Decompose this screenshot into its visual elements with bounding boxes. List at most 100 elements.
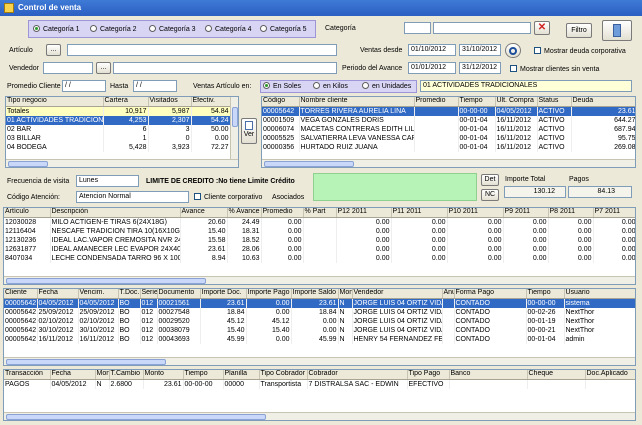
table-row[interactable]: 00005642 04/05/2012 04/05/2012 BO 012 0002156… — [4, 298, 635, 308]
column-header[interactable]: Transacción — [4, 370, 51, 380]
radio-categoria-5[interactable]: Categoría 5 — [260, 25, 307, 34]
scroll-thumb[interactable] — [6, 359, 166, 365]
column-header[interactable]: P9 2011 — [503, 208, 549, 218]
column-header[interactable]: Ult. Compra — [495, 97, 538, 107]
column-header[interactable]: Importe Saldo — [291, 289, 339, 299]
column-header[interactable]: P11 2011 — [391, 208, 448, 218]
column-header[interactable]: Importe Pago — [246, 289, 292, 299]
articulos-hscroll[interactable] — [4, 276, 635, 284]
nc-button[interactable]: NC — [481, 189, 499, 201]
periodo-desde-input[interactable]: 01/01/2012 — [408, 62, 456, 74]
column-header[interactable]: Tipo Pago — [407, 370, 450, 380]
radio-en-unidades[interactable]: en Unidades — [362, 82, 411, 91]
column-header[interactable]: Vencim. — [78, 289, 119, 299]
column-header[interactable]: Promedio — [414, 97, 459, 107]
column-header[interactable]: Tiempo — [526, 289, 565, 299]
table-row[interactable]: 00005642 25/09/2012 25/09/2012 BO 012 0002754… — [4, 307, 635, 317]
column-header[interactable]: Fecha — [50, 370, 96, 380]
radio-categoria-4[interactable]: Categoría 4 — [205, 25, 252, 34]
ventas-desde-input[interactable]: 01/10/2012 — [408, 44, 456, 56]
column-header[interactable]: Status — [537, 97, 572, 107]
categoria-name-input[interactable] — [433, 22, 531, 34]
pagos-hscroll[interactable] — [4, 412, 635, 420]
column-header[interactable]: P8 2011 — [548, 208, 594, 218]
mostrar-deuda-checkbox[interactable]: Mostrar deuda corporativa — [534, 47, 626, 56]
table-row[interactable]: 8407034 LECHE CONDENSADA TARRO 96 X 100G 8… — [4, 253, 635, 263]
table-row[interactable]: 12030028 MILO ACTIGEN-E TIRAS 6(24X18G) 20… — [4, 217, 635, 227]
cliente-corporativo-checkbox[interactable]: Cliente corporativo — [194, 193, 262, 202]
column-header[interactable]: Usuario — [564, 289, 635, 299]
column-header[interactable]: Mon — [338, 289, 353, 299]
table-row[interactable]: 00006074MACETAS CONTRERAS EDITH LILIANA 0… — [262, 124, 635, 134]
tipo-negocio-vscroll[interactable] — [230, 97, 238, 159]
column-header[interactable]: Importe Doc. — [200, 289, 247, 299]
column-header[interactable]: Fecha — [37, 289, 79, 299]
scroll-thumb[interactable] — [6, 278, 206, 284]
column-header[interactable]: Artículo — [4, 208, 51, 218]
vendedor-code-input[interactable] — [43, 62, 93, 74]
column-header[interactable]: T.Cambio — [109, 370, 144, 380]
column-header[interactable]: Visitados — [148, 97, 192, 107]
column-header[interactable]: P10 2011 — [447, 208, 504, 218]
column-header[interactable]: Serie — [140, 289, 158, 299]
clientes-hscroll[interactable] — [262, 159, 635, 167]
table-row[interactable]: 01 ACTIVIDADES TRADICIONAL 4,253 2,307 54.2… — [6, 115, 231, 125]
promedio-desde-input[interactable]: / / — [62, 80, 106, 92]
promedio-hasta-input[interactable]: / / — [133, 80, 177, 92]
tipo-negocio-hscroll[interactable] — [6, 159, 238, 167]
vendedor-name-input[interactable] — [113, 62, 337, 74]
column-header[interactable]: Código — [262, 97, 300, 107]
column-header[interactable]: Tiempo — [458, 97, 496, 107]
table-row[interactable]: 00005642 30/10/2012 30/10/2012 BO 012 0003807… — [4, 325, 635, 335]
column-header[interactable]: Efectiv. — [191, 97, 231, 107]
column-header[interactable]: Mon — [95, 370, 110, 380]
column-header[interactable]: Tiempo — [183, 370, 224, 380]
column-header[interactable]: Promedio — [261, 208, 304, 218]
column-header[interactable]: Vendedor — [352, 289, 443, 299]
column-header[interactable]: Cartera — [103, 97, 149, 107]
table-row[interactable]: PAGOS 04/05/2012 N 2.6800 23.61 00-00-00 00000… — [4, 379, 635, 389]
periodo-hasta-input[interactable]: 31/12/2012 — [459, 62, 501, 74]
det-button[interactable]: Det — [481, 174, 499, 186]
scroll-thumb[interactable] — [8, 161, 48, 167]
column-header[interactable]: Avance — [180, 208, 228, 218]
documentos-hscroll[interactable] — [4, 357, 635, 365]
column-header[interactable]: Documento — [157, 289, 201, 299]
table-row[interactable]: 00005525 SALVATIERRA LEVA VANESSA CAROL 00… — [262, 133, 635, 143]
mostrar-clientes-checkbox[interactable]: Mostrar clientes sin venta — [510, 65, 599, 74]
radio-en-soles[interactable]: En Soles — [263, 82, 301, 91]
table-row[interactable]: 00005642 16/11/2012 16/11/2012 BO 012 0004369… — [4, 334, 635, 344]
table-row[interactable]: 00005642 TORRES RIVERA AURELIA LINA 00-00-… — [262, 106, 635, 116]
table-row[interactable]: 12116404 NESCAFE TRADICION TIRA 10(16X10G… — [4, 226, 635, 236]
table-row[interactable]: 02 BAR 6 3 50.00 — [6, 124, 231, 134]
scroll-thumb[interactable] — [264, 161, 354, 167]
column-header[interactable]: T.Doc. — [118, 289, 141, 299]
column-header[interactable]: Nombre cliente — [299, 97, 415, 107]
table-row[interactable]: 04 BODEGA 5,428 3,923 72.27 — [6, 142, 231, 152]
articulo-browse-button[interactable]: ... — [46, 44, 61, 56]
column-header[interactable]: Cliente — [4, 289, 38, 299]
column-header[interactable]: Planilla — [223, 370, 260, 380]
column-header[interactable]: Descripción — [50, 208, 181, 218]
column-header[interactable]: Tipo Cobrador — [259, 370, 308, 380]
filtro-button[interactable]: Filtro — [566, 23, 592, 38]
clear-categoria-button[interactable]: ✕ — [534, 21, 550, 35]
column-header[interactable]: % Part — [303, 208, 337, 218]
column-header[interactable]: Cheque — [527, 370, 586, 380]
column-header[interactable]: % Avance — [227, 208, 262, 218]
column-header[interactable]: Forma Pago — [454, 289, 527, 299]
column-header[interactable]: Tipo negocio — [6, 97, 104, 107]
table-row[interactable]: 00005642 02/10/2012 02/10/2012 BO 012 0002952… — [4, 316, 635, 326]
column-header[interactable]: Anu — [442, 289, 455, 299]
exit-button[interactable] — [602, 20, 632, 41]
search-button[interactable] — [505, 43, 521, 58]
categoria-code-input[interactable] — [404, 22, 431, 34]
column-header[interactable]: Doc.Aplicado — [585, 370, 635, 380]
scroll-thumb[interactable] — [232, 107, 238, 127]
table-row[interactable]: 00001509 VEGA GONZALES DORIS 00-01-04 16/11… — [262, 115, 635, 125]
table-row[interactable]: 12130236IDEAL LAC.VAPOR CREMOSITA NVR 24… — [4, 235, 635, 245]
radio-categoria-3[interactable]: Categoría 3 — [149, 25, 196, 34]
column-header[interactable]: P7 2011 — [593, 208, 635, 218]
column-header[interactable]: Banco — [449, 370, 528, 380]
table-row[interactable]: 12631877 IDEAL AMANECER LEC EVAPOR 24X400… — [4, 244, 635, 254]
